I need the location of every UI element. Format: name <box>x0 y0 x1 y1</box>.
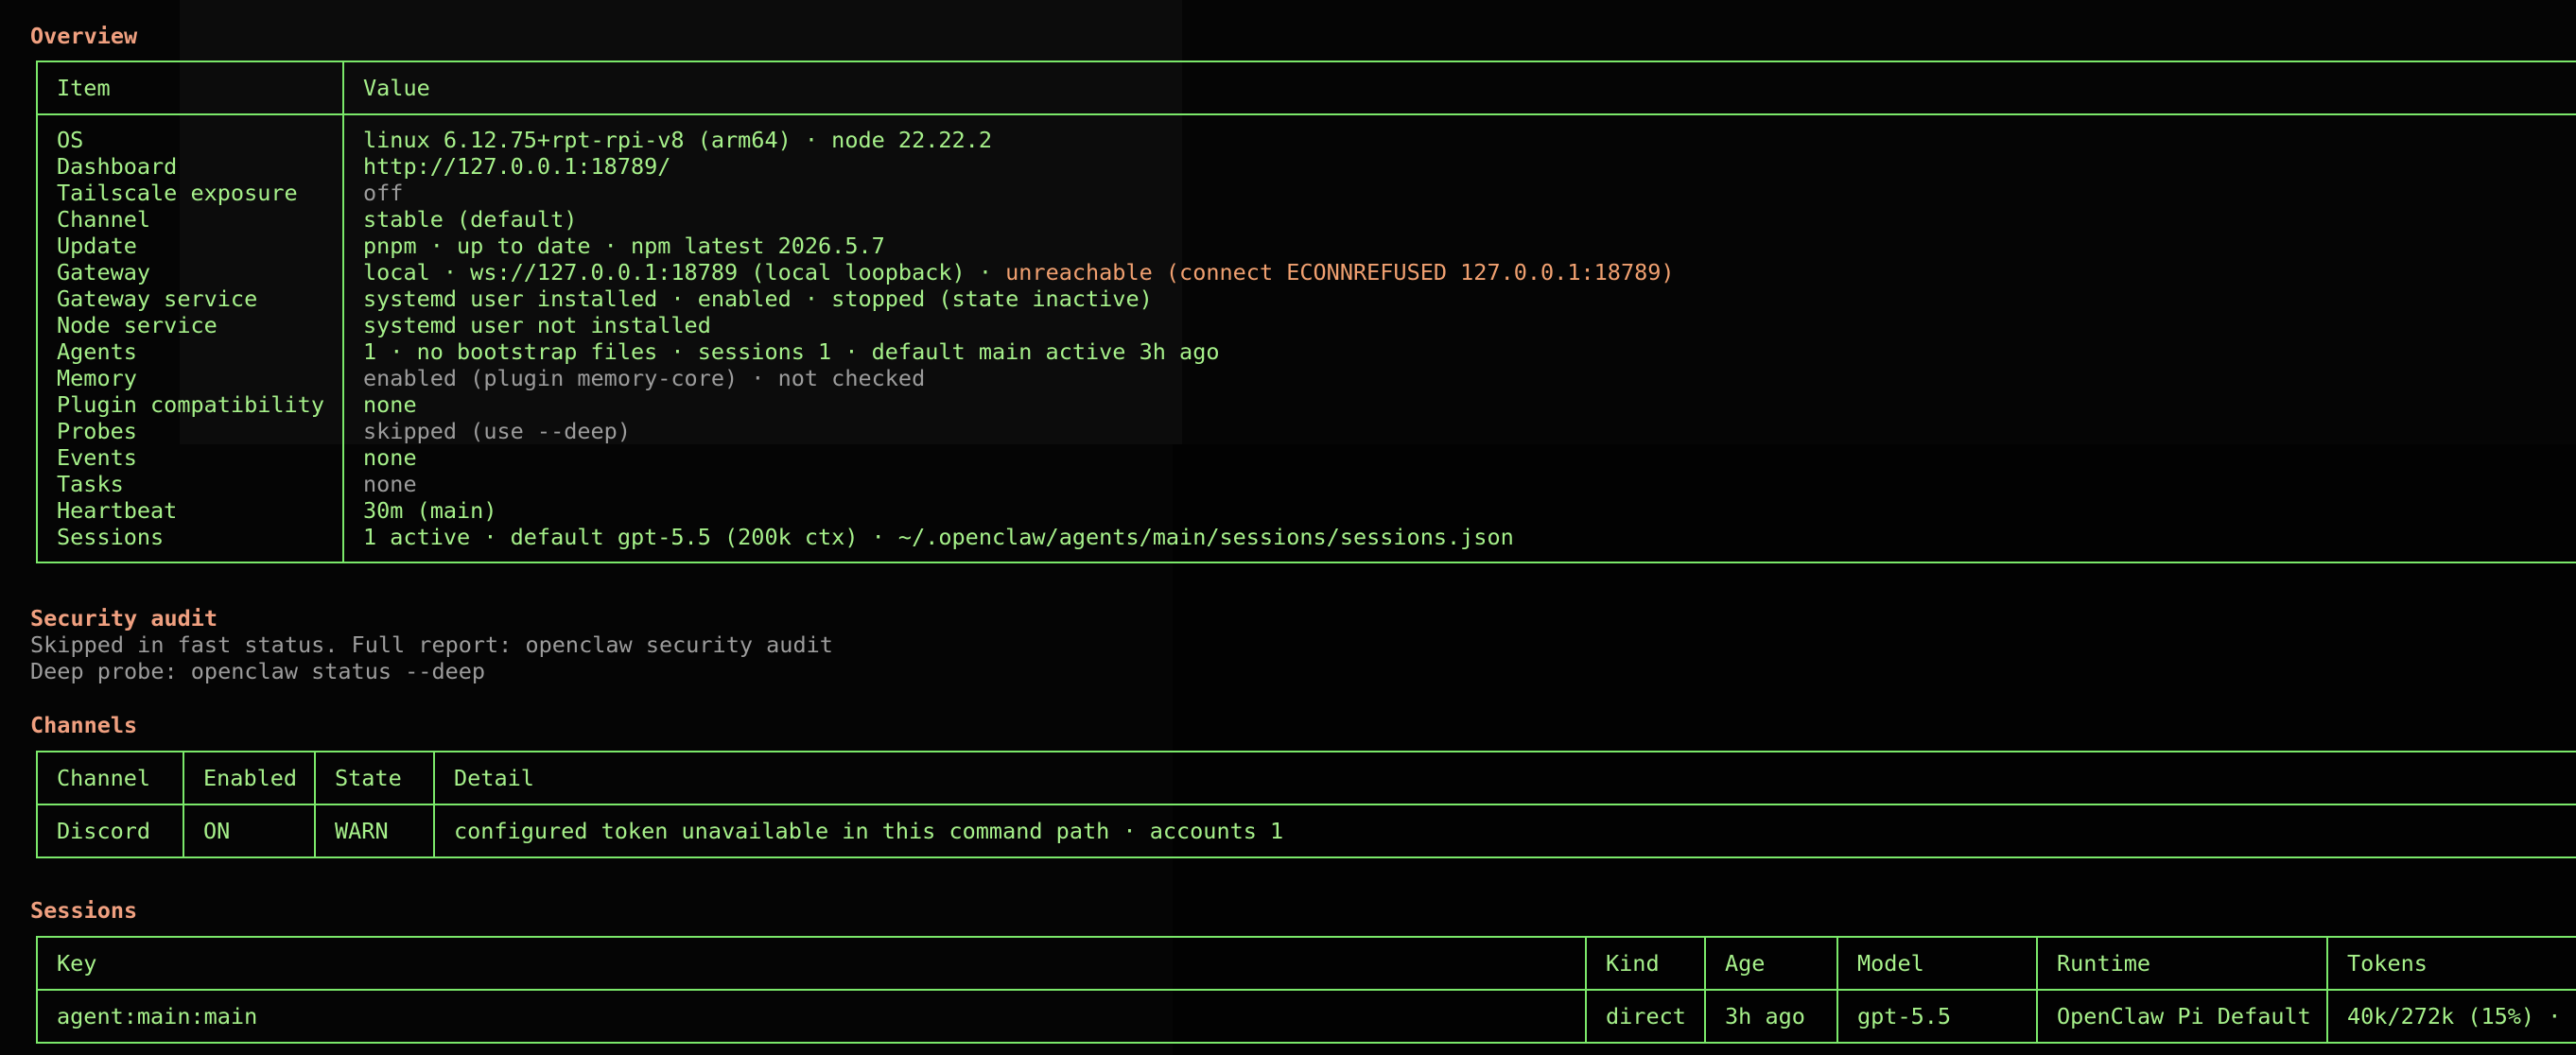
item-label: Gateway service <box>57 285 258 312</box>
memory-value: enabled (plugin memory-core) · not check… <box>363 365 926 391</box>
item-label: Update <box>57 233 137 259</box>
column-header-model: Model <box>1836 936 2038 991</box>
sessions-heading: Sessions <box>30 897 138 924</box>
item-label: Tasks <box>57 471 124 497</box>
table-row: agent:main:main direct 3h ago gpt-5.5 Op… <box>36 989 2576 1044</box>
overview-table: Item Value OS Dashboard Tailscale exposu… <box>36 61 2576 563</box>
session-tokens: 40k/272k (15%) · <box>2326 989 2576 1044</box>
gateway-address: local · ws://127.0.0.1:18789 (local loop… <box>363 259 1006 285</box>
column-header-age: Age <box>1704 936 1838 991</box>
probes-value: skipped (use --deep) <box>363 418 631 444</box>
item-label: Sessions <box>57 524 165 550</box>
item-label: Gateway <box>57 259 151 285</box>
overview-heading: Overview <box>30 23 138 49</box>
column-header-key: Key <box>36 936 1587 991</box>
channels-heading: Channels <box>30 712 138 738</box>
item-label: Events <box>57 444 137 471</box>
channel-state-badge: WARN <box>314 804 435 858</box>
overview-items-cell: OS Dashboard Tailscale exposure Channel … <box>36 113 344 563</box>
sessions-value: 1 active · default gpt-5.5 (200k ctx) · … <box>363 524 1514 550</box>
channel-enabled: ON <box>183 804 316 858</box>
dashboard-link[interactable]: http://127.0.0.1:18789/ <box>363 153 2561 180</box>
overview-body: OS Dashboard Tailscale exposure Channel … <box>36 113 2576 563</box>
session-model: gpt-5.5 <box>1836 989 2038 1044</box>
column-header-runtime: Runtime <box>2036 936 2328 991</box>
item-label: Heartbeat <box>57 497 178 524</box>
tasks-value: none <box>363 471 417 497</box>
gateway-unreachable-warning: unreachable (connect ECONNREFUSED 127.0.… <box>1005 259 1675 285</box>
gateway-service-value: systemd user installed · enabled · stopp… <box>363 285 1153 312</box>
tailscale-value: off <box>363 180 404 206</box>
channels-table: Channel Enabled State Detail Discord ON … <box>36 751 2576 858</box>
sessions-table: Key Kind Age Model Runtime Tokens agent:… <box>36 936 2576 1044</box>
deep-probe-note: Deep probe: openclaw status --deep <box>30 658 486 684</box>
terminal-output: Overview Item Value OS Dashboard Tailsca… <box>0 0 2576 1055</box>
table-row: Discord ON WARN configured token unavail… <box>36 804 2576 858</box>
item-label: OS <box>57 127 84 153</box>
item-label: Node service <box>57 312 218 338</box>
channel-value: stable (default) <box>363 206 578 233</box>
security-audit-heading: Security audit <box>30 605 218 631</box>
column-header-item: Item <box>36 61 344 115</box>
overview-values-cell: linux 6.12.75+rpt-rpi-v8 (arm64) · node … <box>342 113 2576 563</box>
item-label: Dashboard <box>57 153 178 180</box>
security-audit-note: Skipped in fast status. Full report: ope… <box>30 631 833 658</box>
session-age: 3h ago <box>1704 989 1838 1044</box>
item-label: Agents <box>57 338 137 365</box>
agents-value: 1 · no bootstrap files · sessions 1 · de… <box>363 338 1220 365</box>
plugin-compat-value: none <box>363 391 417 418</box>
node-service-value: systemd user not installed <box>363 312 711 338</box>
item-label: Memory <box>57 365 137 391</box>
column-header-state: State <box>314 751 435 805</box>
item-label: Plugin compatibility <box>57 391 324 418</box>
session-key: agent:main:main <box>36 989 1587 1044</box>
column-header-detail: Detail <box>433 751 2576 805</box>
gateway-value: local · ws://127.0.0.1:18789 (local loop… <box>363 259 2561 285</box>
events-value: none <box>363 444 417 471</box>
column-header-tokens: Tokens <box>2326 936 2576 991</box>
heartbeat-value: 30m (main) <box>363 497 497 524</box>
column-header-enabled: Enabled <box>183 751 316 805</box>
session-runtime: OpenClaw Pi Default <box>2036 989 2328 1044</box>
column-header-kind: Kind <box>1585 936 1706 991</box>
channel-detail: configured token unavailable in this com… <box>433 804 2576 858</box>
os-value: linux 6.12.75+rpt-rpi-v8 (arm64) · node … <box>363 127 992 153</box>
item-label: Probes <box>57 418 137 444</box>
column-header-channel: Channel <box>36 751 184 805</box>
item-label: Channel <box>57 206 151 233</box>
session-kind: direct <box>1585 989 1706 1044</box>
update-value: pnpm · up to date · npm latest 2026.5.7 <box>363 233 885 259</box>
item-label: Tailscale exposure <box>57 180 298 206</box>
channel-name: Discord <box>36 804 184 858</box>
column-header-value: Value <box>342 61 2576 115</box>
